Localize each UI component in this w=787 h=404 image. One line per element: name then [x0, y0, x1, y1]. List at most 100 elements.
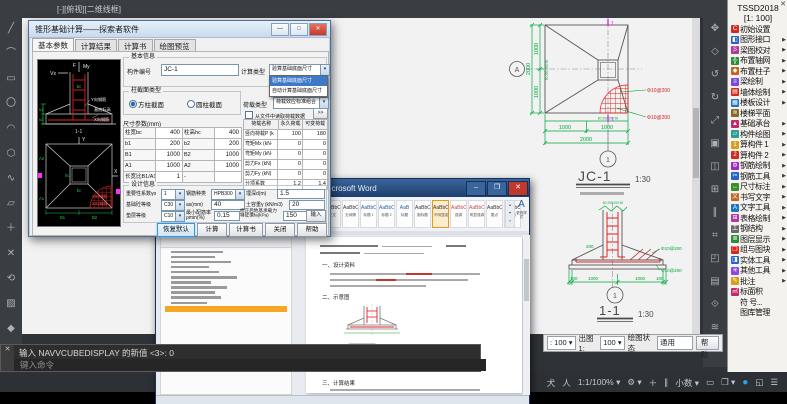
panel-item-图库管理[interactable]: 图库管理: [729, 308, 787, 318]
panel-item-图形接口[interactable]: ◧图形接口▶: [729, 35, 787, 45]
panel-item-标面积[interactable]: ㎡标面积: [729, 287, 787, 297]
plus-icon[interactable]: ＋: [649, 377, 658, 389]
outline-item[interactable]: [171, 261, 231, 264]
panel-item-组与图块[interactable]: ❒组与图块▶: [729, 245, 787, 255]
modify-tool-icon[interactable]: ⤢: [708, 114, 722, 128]
load-value-cell[interactable]: 100: [278, 130, 303, 140]
outline-item[interactable]: [171, 256, 215, 259]
panel-item-其他工具[interactable]: ✳其他工具▶: [729, 266, 787, 276]
style-cell-不明显强调[interactable]: AaBbCcDd不明显强调: [432, 200, 449, 228]
draw-tool-icon[interactable]: ✕: [4, 247, 18, 261]
size-value-cell[interactable]: 200: [156, 139, 183, 150]
panel-item-布置轴网[interactable]: ╬布置轴网▶: [729, 56, 787, 66]
outline-item[interactable]: [171, 251, 223, 254]
恢复默认-button[interactable]: 恢复默认: [157, 223, 195, 237]
modify-tool-icon[interactable]: ◇: [708, 45, 722, 59]
panel-item-梁绘制[interactable]: ≡梁绘制▶: [729, 77, 787, 87]
close-button[interactable]: ✕: [508, 181, 528, 196]
panel-item-墙体绘制[interactable]: ▤墙体绘制▶: [729, 87, 787, 97]
workspace-gear-icon[interactable]: ⚙ ▾: [627, 377, 641, 388]
style-cell-标题[interactable]: AaB标题: [396, 200, 413, 228]
draw-tool-icon[interactable]: ◠: [4, 122, 18, 136]
draw-tool-icon[interactable]: ╱: [4, 22, 18, 36]
depth-input[interactable]: 1.5: [277, 189, 325, 199]
annotation-visibility-icon[interactable]: 犬: [547, 377, 556, 389]
panel-item-表格绘制[interactable]: ⊞表格绘制▶: [729, 213, 787, 223]
draw-tool-icon[interactable]: ▭: [4, 72, 18, 86]
fa-input[interactable]: 150: [283, 211, 307, 221]
modify-tool-icon[interactable]: ◫: [708, 160, 722, 174]
annotation-scale-control[interactable]: 1:1/100% ▾: [578, 377, 621, 388]
chevron-down-icon[interactable]: ▾: [319, 98, 328, 108]
units-control[interactable]: 小数 ▾: [675, 377, 699, 389]
panel-item-符 号...[interactable]: 符 号...: [729, 297, 787, 307]
clean-screen-icon[interactable]: ◱: [755, 377, 763, 388]
帮助-button[interactable]: 帮助: [297, 223, 327, 237]
outline-item[interactable]: [171, 286, 227, 289]
customization-icon[interactable]: ☰: [770, 377, 778, 388]
modify-tool-icon[interactable]: ↻: [708, 91, 722, 105]
panel-item-文字工具[interactable]: A文字工具▶: [729, 203, 787, 213]
size-value-cell[interactable]: 1000: [215, 150, 242, 161]
close-button[interactable]: ✕: [309, 23, 327, 36]
panel-item-钢筋绘制[interactable]: Φ钢筋绘制▶: [729, 161, 787, 171]
size-value-cell[interactable]: [215, 172, 242, 183]
load-value-cell[interactable]: 0: [303, 160, 328, 170]
style-cell-标题 1[interactable]: AaBbC标题 1: [360, 200, 377, 228]
hardware-accel-icon[interactable]: ●: [742, 377, 748, 388]
outline-item[interactable]: [171, 266, 209, 269]
more-button[interactable]: >>: [313, 108, 328, 119]
outline-item[interactable]: [171, 281, 211, 284]
draw-state-combo[interactable]: 通用: [657, 336, 693, 350]
load-value-cell[interactable]: 0: [278, 160, 303, 170]
style-cell-强调[interactable]: AaBbCcDd强调: [450, 200, 467, 228]
outline-item[interactable]: [171, 302, 207, 305]
modify-tool-icon[interactable]: ✥: [708, 22, 722, 36]
plot-scale-combo[interactable]: 100 ▾: [600, 336, 624, 350]
word-scrollbar[interactable]: [523, 235, 530, 395]
command-panel-grip[interactable]: ✕: [1, 345, 14, 371]
scrollbar-thumb[interactable]: [524, 259, 529, 301]
panel-item-楼梯平面[interactable]: ≋楼梯平面: [729, 108, 787, 118]
panel-item-书写文字[interactable]: 文书写文字▶: [729, 192, 787, 202]
dropdown-option[interactable]: 自动计算基础底面尺寸: [270, 86, 327, 96]
close-icon[interactable]: ✕: [780, 0, 786, 8]
outline-item[interactable]: [171, 291, 215, 294]
panel-item-楼板设计[interactable]: ▦楼板设计▶: [729, 98, 787, 108]
draw-tool-icon[interactable]: ◆: [4, 322, 18, 336]
panel-item-钢结构[interactable]: 工钢结构▶: [729, 224, 787, 234]
round-column-radio[interactable]: 圆柱截面: [187, 99, 222, 109]
style-cell-明显强调[interactable]: AaBbCcDd明显强调: [468, 200, 485, 228]
panel-item-算构件 1[interactable]: 1算构件 1▶: [729, 140, 787, 150]
modify-tool-icon[interactable]: ↺: [708, 68, 722, 82]
panel-item-基础承台[interactable]: ▲基础承台▶: [729, 119, 787, 129]
draw-tool-icon[interactable]: ⟲: [4, 272, 18, 286]
outline-item[interactable]: [171, 296, 221, 299]
command-input[interactable]: 键入命令: [14, 359, 486, 371]
style-cell-副标题[interactable]: AaBbCc.副标题: [414, 200, 431, 228]
panel-item-梁图校对[interactable]: 彡梁图校对▶: [729, 45, 787, 55]
outline-item[interactable]: [171, 276, 237, 279]
cushion-combo[interactable]: C10▾: [161, 211, 185, 222]
size-value-cell[interactable]: 400: [215, 128, 242, 139]
size-value-cell[interactable]: 1000: [156, 150, 183, 161]
modify-tool-icon[interactable]: ⊞: [708, 183, 722, 197]
load-value-cell[interactable]: 0: [303, 170, 328, 180]
outline-item[interactable]: [171, 271, 219, 274]
modify-tool-icon[interactable]: ▣: [708, 137, 722, 151]
计算书-button[interactable]: 计算书: [229, 223, 263, 237]
annotation-autoscale-icon[interactable]: 人: [562, 377, 571, 389]
modify-tool-icon[interactable]: ▤: [708, 275, 722, 289]
draw-tool-icon[interactable]: ⬡: [4, 147, 18, 161]
gallery-scroll-arrows[interactable]: ▴▾▿: [505, 200, 515, 228]
关闭-button[interactable]: 关闭: [265, 223, 295, 237]
display-mode-icon[interactable]: ❐ ▾: [721, 377, 735, 388]
steel-combo[interactable]: HPB300▾: [211, 189, 245, 200]
load-value-cell[interactable]: 0: [303, 140, 328, 150]
load-value-cell[interactable]: 0: [278, 150, 303, 160]
close-icon[interactable]: ✕: [5, 346, 11, 353]
square-column-radio[interactable]: 方柱截面: [129, 99, 164, 109]
modify-tool-icon[interactable]: ⟐: [708, 298, 722, 312]
help-button[interactable]: 帮助: [696, 336, 719, 350]
current-scale-combo[interactable]: : 100 ▾: [547, 336, 576, 350]
